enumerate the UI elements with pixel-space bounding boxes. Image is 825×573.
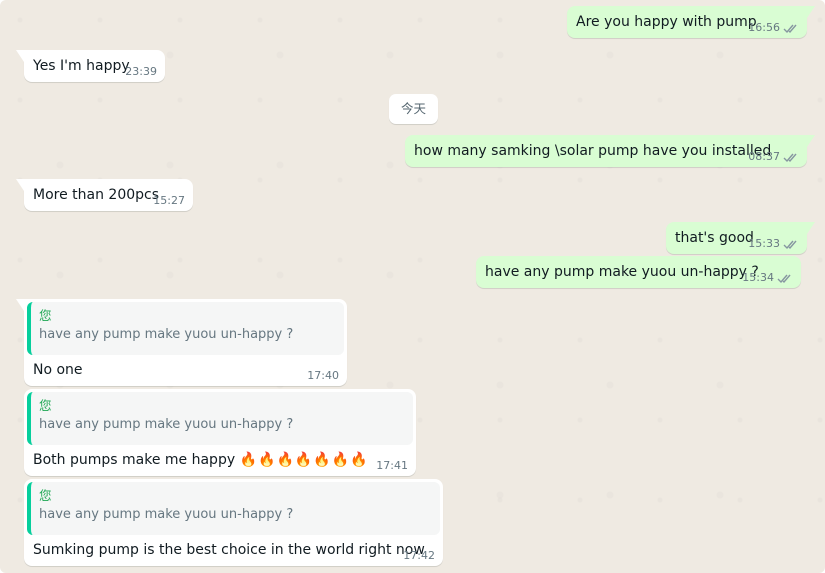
reply-message[interactable]: 您 have any pump make yuou un-happy ? Bot… (24, 389, 416, 476)
message-time: 17:42 (403, 549, 435, 562)
message-text: that's good (675, 230, 754, 246)
message-text: have any pump make yuou un-happy ? (485, 264, 759, 280)
message-meta: 08:37 (748, 150, 799, 164)
message-time: 15:33 (748, 237, 780, 250)
double-check-icon (783, 153, 797, 162)
message-text-content: Both pumps make me happy (33, 452, 236, 468)
quote-author: 您 (39, 308, 52, 323)
quote-text: have any pump make yuou un-happy ? (39, 507, 294, 522)
quote-author: 您 (39, 488, 52, 503)
message-outgoing[interactable]: Are you happy with pump 16:56 (567, 6, 815, 38)
message-time: 08:37 (748, 150, 780, 163)
message-outgoing[interactable]: that's good 15:33 (666, 222, 815, 254)
message-time: 15:34 (742, 271, 774, 284)
date-divider: 今天 (389, 94, 439, 124)
quote-author: 您 (39, 398, 52, 413)
quoted-message[interactable]: 您 have any pump make yuou un-happy ? (27, 302, 344, 355)
message-text: No one (33, 360, 83, 380)
message-meta: 17:41 (376, 459, 408, 473)
message-time: 15:27 (153, 194, 185, 207)
message-incoming[interactable]: More than 200pcs 15:27 (16, 179, 193, 211)
message-meta: 15:33 (748, 237, 799, 251)
message-text: Both pumps make me happy 🔥🔥🔥🔥🔥🔥🔥 (33, 450, 369, 470)
reply-message[interactable]: 您 have any pump make yuou un-happy ? Sum… (24, 479, 443, 566)
message-text-content: Sumking pump is the best choice in the w… (33, 542, 425, 558)
double-check-icon (783, 240, 797, 249)
double-check-icon (783, 24, 797, 33)
message-meta: 15:34 (742, 271, 793, 285)
quoted-message[interactable]: 您 have any pump make yuou un-happy ? (27, 392, 413, 445)
message-text-content: No one (33, 362, 83, 378)
message-time: 17:40 (307, 369, 339, 382)
message-outgoing[interactable]: how many samking \solar pump have you in… (405, 135, 815, 167)
message-text: Yes I'm happy (33, 58, 130, 74)
message-meta: 16:56 (748, 21, 799, 35)
double-check-icon (777, 274, 791, 283)
message-text: Are you happy with pump (576, 14, 757, 30)
message-time: 23:39 (125, 65, 157, 78)
quote-text: have any pump make yuou un-happy ? (39, 417, 294, 432)
chat-area: Are you happy with pump 16:56 Yes I'm ha… (0, 0, 825, 573)
message-text: how many samking \solar pump have you in… (414, 143, 772, 159)
message-meta: 17:42 (403, 549, 435, 563)
message-incoming[interactable]: Yes I'm happy 23:39 (16, 50, 165, 82)
message-time: 17:41 (376, 459, 408, 472)
fire-emoji-icons: 🔥🔥🔥🔥🔥🔥🔥 (239, 452, 369, 468)
message-meta: 23:39 (125, 65, 157, 79)
quote-text: have any pump make yuou un-happy ? (39, 327, 294, 342)
reply-message[interactable]: 您 have any pump make yuou un-happy ? No … (16, 299, 347, 386)
message-text: Sumking pump is the best choice in the w… (33, 540, 425, 560)
message-meta: 15:27 (153, 194, 185, 208)
message-time: 16:56 (748, 21, 780, 34)
message-outgoing[interactable]: have any pump make yuou un-happy ? 15:34 (476, 256, 801, 288)
message-text: More than 200pcs (33, 187, 160, 203)
message-meta: 17:40 (307, 369, 339, 383)
quoted-message[interactable]: 您 have any pump make yuou un-happy ? (27, 482, 440, 535)
